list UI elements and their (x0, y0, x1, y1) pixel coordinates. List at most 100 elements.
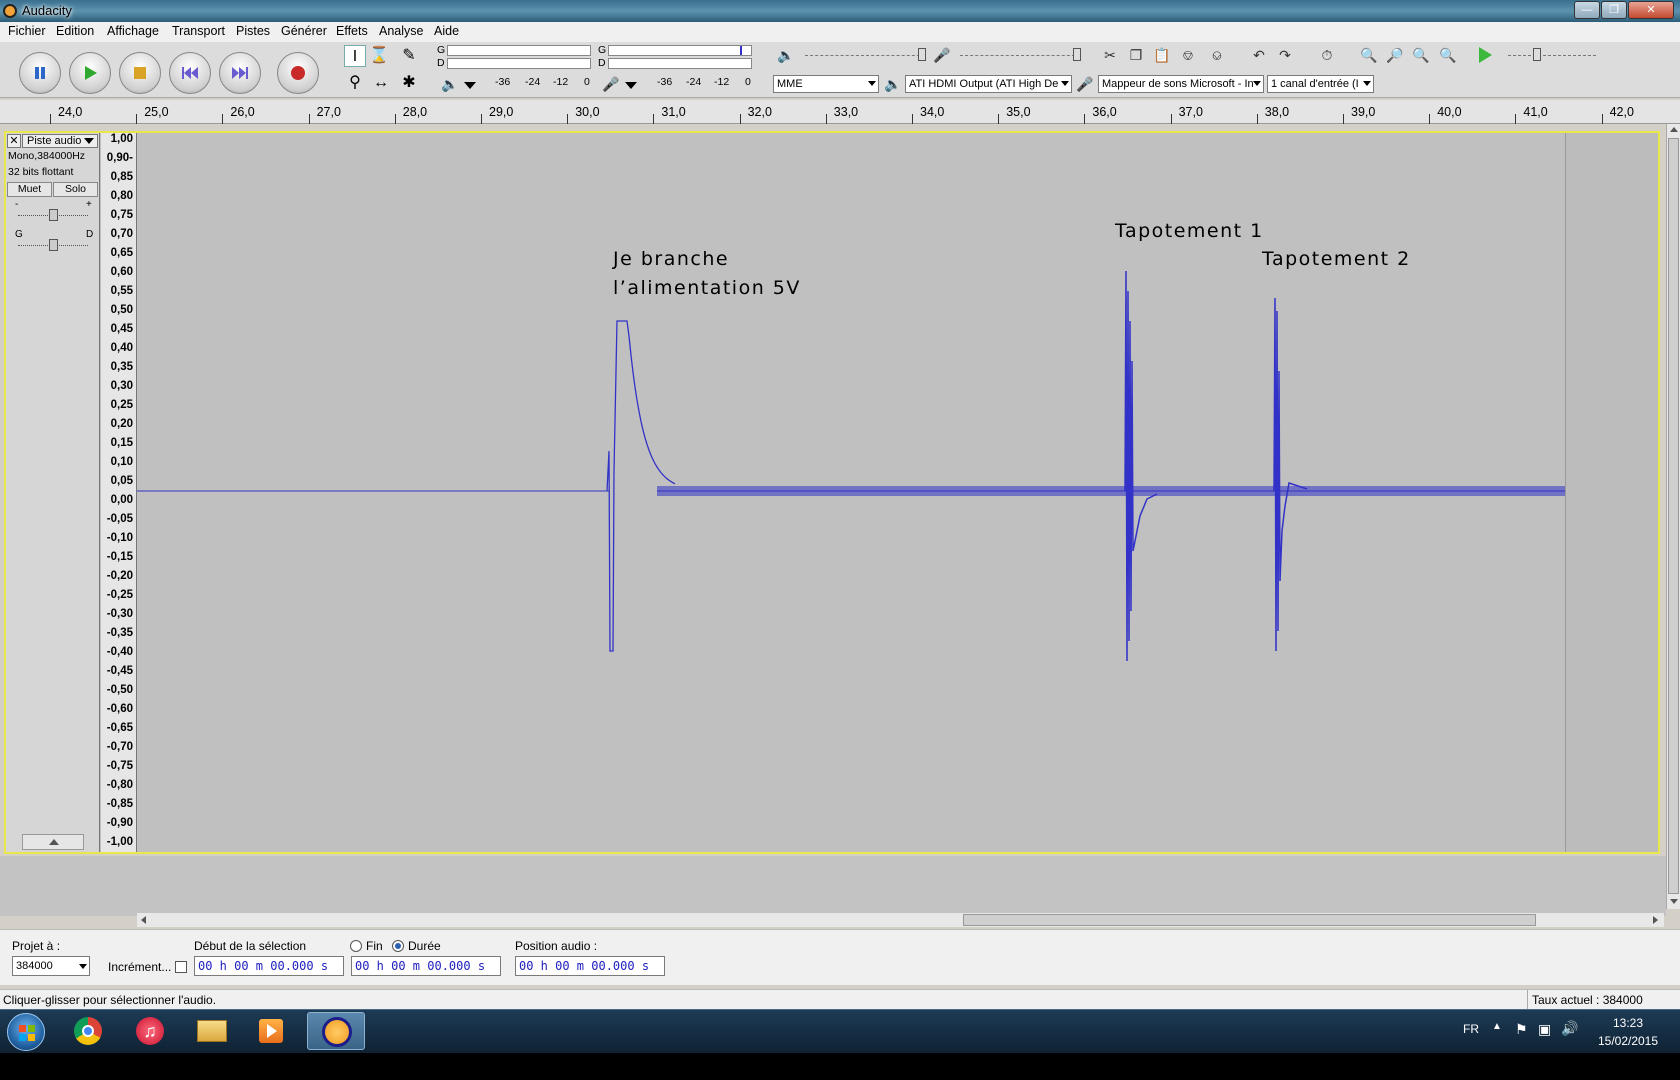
menu-transport[interactable]: Transport (172, 24, 225, 38)
chevron-left-icon[interactable] (141, 916, 146, 924)
selection-start-time[interactable]: 00 h 00 m 00.000 s (194, 956, 344, 976)
zoom-out-icon[interactable]: 🔎 (1384, 44, 1406, 66)
minimize-button[interactable]: — (1574, 1, 1600, 19)
stop-button[interactable] (119, 52, 161, 94)
snap-checkbox[interactable] (175, 961, 187, 973)
redo-icon[interactable]: ↷ (1274, 44, 1296, 66)
scale-label: -0,70 (106, 741, 133, 753)
slider-thumb[interactable] (49, 239, 58, 251)
taskbar-audacity[interactable] (307, 1012, 365, 1050)
db-label: -12 (714, 76, 730, 88)
clock-date[interactable]: 15/02/2015 (1592, 1034, 1664, 1048)
collapse-track-button[interactable] (22, 834, 84, 850)
playback-volume-slider[interactable] (805, 55, 925, 56)
menu-analyse[interactable]: Analyse (379, 24, 423, 38)
vertical-scrollbar[interactable] (1666, 124, 1680, 909)
zoom-in-icon[interactable]: 🔍 (1358, 44, 1380, 66)
fit-selection-icon[interactable]: 🔍 (1410, 44, 1432, 66)
record-button[interactable] (277, 52, 319, 94)
empty-track-area[interactable] (0, 856, 1666, 916)
draw-tool[interactable]: ✎ (398, 45, 420, 67)
menu-effets[interactable]: Effets (336, 24, 368, 38)
chevron-down-icon[interactable] (464, 82, 476, 89)
horizontal-scrollbar[interactable] (137, 913, 1664, 927)
chevron-down-icon[interactable] (625, 82, 637, 89)
skip-end-button[interactable] (219, 52, 261, 94)
volume-icon[interactable]: 🔊 (1561, 1020, 1578, 1037)
microphone-icon[interactable]: 🎤 (600, 73, 622, 95)
solo-button[interactable]: Solo (53, 182, 98, 197)
language-indicator[interactable]: FR (1463, 1022, 1479, 1036)
record-volume-slider[interactable] (960, 55, 1080, 56)
close-track-button[interactable]: ✕ (7, 134, 21, 148)
ruler-tick (481, 114, 482, 124)
skip-start-button[interactable] (169, 52, 211, 94)
slider-thumb[interactable] (1073, 48, 1081, 61)
menu-generer[interactable]: Générer (281, 24, 327, 38)
track-menu-button[interactable]: Piste audio (22, 134, 98, 148)
menu-aide[interactable]: Aide (434, 24, 459, 38)
output-device-select[interactable]: ATI HDMI Output (ATI High De (905, 75, 1072, 93)
mute-button[interactable]: Muet (7, 182, 52, 197)
input-channels-value: 1 canal d'entrée (I (1271, 78, 1359, 90)
slider-thumb[interactable] (49, 209, 58, 221)
menu-affichage[interactable]: Affichage (107, 24, 159, 38)
host-select[interactable]: MME (773, 75, 879, 93)
selection-duration-time[interactable]: 00 h 00 m 00.000 s (351, 956, 501, 976)
scroll-thumb[interactable] (1668, 138, 1679, 894)
play-speed-slider[interactable] (1508, 55, 1596, 56)
scale-label: -0,50 (106, 684, 133, 696)
input-device-select[interactable]: Mappeur de sons Microsoft - In (1098, 75, 1264, 93)
play-button[interactable] (69, 52, 111, 94)
input-channels-select[interactable]: 1 canal d'entrée (I (1267, 75, 1374, 93)
audio-position-time[interactable]: 00 h 00 m 00.000 s (515, 956, 665, 976)
scale-label: 0,05 (110, 475, 133, 487)
ruler-tick (222, 114, 224, 124)
copy-icon[interactable]: ❐ (1125, 44, 1147, 66)
multi-tool[interactable]: ✱ (398, 72, 420, 94)
close-button[interactable]: ✕ (1628, 1, 1674, 19)
timeline-ruler[interactable]: 24,0 25,0 26,0 27,0 28,0 29,0 30,0 31,0 32,0 33,0… (0, 100, 1680, 124)
timeshift-tool[interactable]: ↔ (370, 72, 392, 94)
envelope-tool[interactable]: ⌛ (368, 45, 390, 67)
paste-icon[interactable]: 📋 (1151, 44, 1173, 66)
menu-fichier[interactable]: Fichier (8, 24, 46, 38)
scroll-thumb[interactable] (963, 914, 1536, 926)
menu-pistes[interactable]: Pistes (236, 24, 270, 38)
duration-radio[interactable] (392, 940, 404, 952)
fit-project-icon[interactable]: 🔍 (1437, 44, 1459, 66)
zoom-tool[interactable]: ⚲ (344, 72, 366, 94)
chevron-down-icon[interactable] (1670, 899, 1678, 904)
play-at-speed-icon[interactable] (1479, 47, 1492, 63)
waveform[interactable] (137, 133, 1565, 852)
project-rate-select[interactable]: 384000 (12, 956, 90, 976)
speaker-icon[interactable]: 🔈 (439, 73, 461, 95)
trim-icon[interactable]: ⎊ (1177, 44, 1199, 66)
pause-button[interactable] (19, 52, 61, 94)
sync-lock-icon[interactable]: ⏱ (1316, 44, 1338, 66)
slider-thumb[interactable] (918, 48, 926, 61)
action-center-icon[interactable]: ⚑ (1515, 1021, 1528, 1038)
cut-icon[interactable]: ✂ (1099, 44, 1121, 66)
taskbar-itunes[interactable]: ♫ (121, 1012, 179, 1050)
ruler-tick (1170, 114, 1172, 124)
show-hidden-icons[interactable]: ▲ (1492, 1021, 1502, 1032)
taskbar-media-player[interactable] (243, 1012, 301, 1050)
end-radio[interactable] (350, 940, 362, 952)
chevron-up-icon[interactable] (1670, 127, 1678, 132)
clock-time[interactable]: 13:23 (1598, 1016, 1658, 1030)
silence-icon[interactable]: ⎉ (1206, 44, 1228, 66)
maximize-button[interactable]: ❐ (1601, 1, 1627, 19)
ruler-tick-label: 34,0 (920, 105, 945, 119)
chevron-right-icon[interactable] (1653, 916, 1658, 924)
taskbar-chrome[interactable] (59, 1012, 117, 1050)
scale-label: 0,40 (110, 342, 133, 354)
selection-tool[interactable]: I (344, 45, 366, 67)
slider-thumb[interactable] (1533, 48, 1541, 61)
start-button[interactable] (7, 1013, 45, 1051)
menu-edition[interactable]: Edition (56, 24, 94, 38)
ruler-tick-label: 33,0 (833, 105, 859, 119)
network-icon[interactable]: ▣ (1538, 1021, 1551, 1038)
taskbar-explorer[interactable] (183, 1012, 241, 1050)
undo-icon[interactable]: ↶ (1248, 44, 1270, 66)
